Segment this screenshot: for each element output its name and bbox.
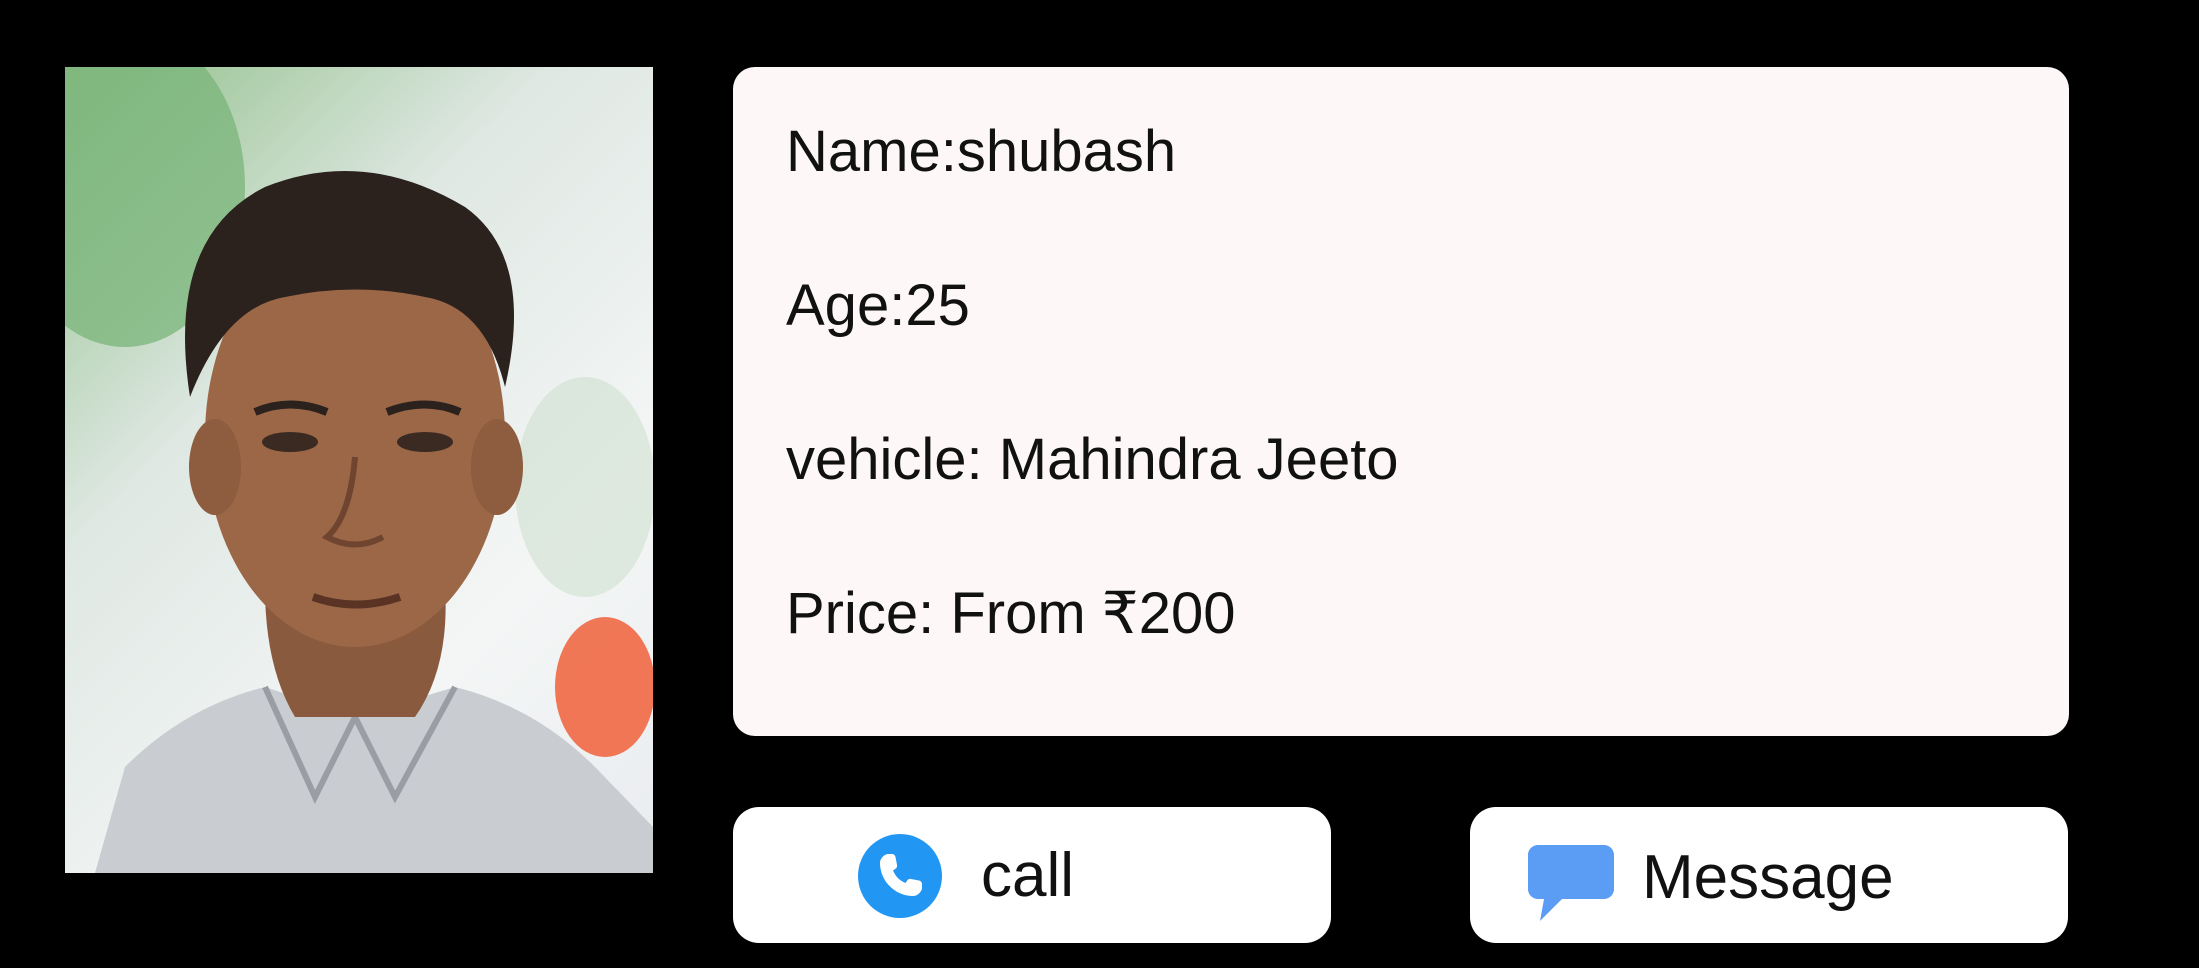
call-button-label: call <box>981 841 1075 910</box>
driver-vehicle: vehicle: Mahindra Jeeto <box>786 427 1399 492</box>
chat-bubble-icon <box>1528 845 1614 921</box>
phone-icon <box>858 834 942 918</box>
driver-name: Name:shubash <box>786 119 1177 184</box>
call-button[interactable]: call <box>733 807 1331 943</box>
driver-price: Price: From ₹200 <box>786 581 1236 646</box>
message-button[interactable]: Message <box>1470 807 2068 943</box>
message-button-label: Message <box>1642 843 1894 912</box>
driver-portrait-image <box>65 67 653 873</box>
driver-photo <box>65 67 653 873</box>
driver-info-card: Name:shubash Age:25 vehicle: Mahindra Je… <box>733 67 2069 736</box>
driver-age: Age:25 <box>786 273 970 338</box>
